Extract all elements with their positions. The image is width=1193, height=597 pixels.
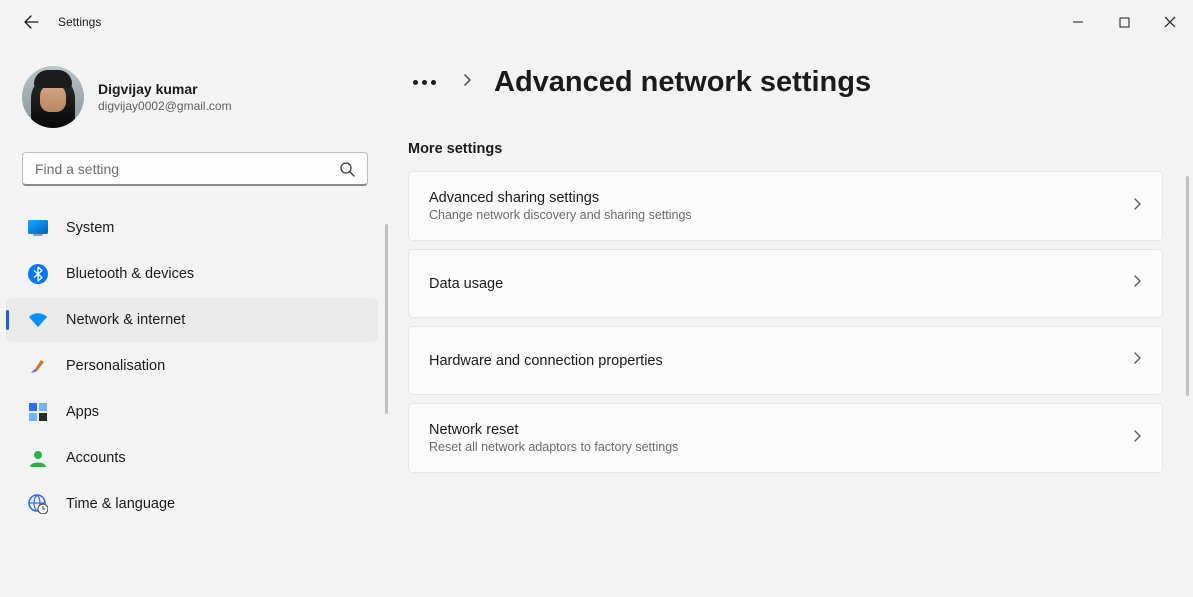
card-texts: Hardware and connection properties xyxy=(429,353,663,369)
sidebar-item-label: Accounts xyxy=(66,450,126,466)
card-texts: Network reset Reset all network adaptors… xyxy=(429,422,678,454)
card-title: Network reset xyxy=(429,422,678,438)
sidebar-item-label: Network & internet xyxy=(66,312,185,328)
sidebar-item-system[interactable]: System xyxy=(6,206,378,250)
sidebar-item-label: Bluetooth & devices xyxy=(66,266,194,282)
card-texts: Data usage xyxy=(429,276,503,292)
page-title: Advanced network settings xyxy=(494,66,871,99)
card-data-usage[interactable]: Data usage xyxy=(408,249,1163,318)
wifi-icon xyxy=(28,310,48,330)
chevron-right-icon xyxy=(1132,197,1142,216)
chevron-right-icon xyxy=(462,73,472,92)
chevron-right-icon xyxy=(1132,274,1142,293)
breadcrumb: Advanced network settings xyxy=(408,66,1163,99)
user-name: Digvijay kumar xyxy=(98,81,232,97)
system-icon xyxy=(28,218,48,238)
sidebar-item-label: Apps xyxy=(66,404,99,420)
sidebar-scrollbar[interactable] xyxy=(385,224,388,414)
section-heading: More settings xyxy=(408,141,1163,157)
user-email: digvijay0002@gmail.com xyxy=(98,99,232,113)
card-network-reset[interactable]: Network reset Reset all network adaptors… xyxy=(408,403,1163,473)
card-title: Data usage xyxy=(429,276,503,292)
chevron-right-icon xyxy=(1132,429,1142,448)
settings-cards: Advanced sharing settings Change network… xyxy=(408,171,1163,473)
chevron-right-icon xyxy=(1132,351,1142,370)
arrow-left-icon xyxy=(23,14,39,30)
card-title: Hardware and connection properties xyxy=(429,353,663,369)
close-button[interactable] xyxy=(1147,4,1193,40)
sidebar-item-label: System xyxy=(66,220,114,236)
settings-window: Settings Digvijay kumar xyxy=(0,0,1193,597)
globe-clock-icon xyxy=(28,494,48,514)
search-icon xyxy=(339,161,355,177)
card-hardware-connection[interactable]: Hardware and connection properties xyxy=(408,326,1163,395)
sidebar-item-network[interactable]: Network & internet xyxy=(6,298,378,342)
titlebar: Settings xyxy=(0,0,1193,36)
accounts-icon xyxy=(28,448,48,468)
maximize-button[interactable] xyxy=(1101,4,1147,40)
body: Digvijay kumar digvijay0002@gmail.com Sy… xyxy=(0,36,1193,597)
main-content: Advanced network settings More settings … xyxy=(390,36,1193,597)
search-input[interactable] xyxy=(22,152,368,186)
close-icon xyxy=(1164,16,1176,28)
sidebar-item-apps[interactable]: Apps xyxy=(6,390,378,434)
sidebar-item-time-language[interactable]: Time & language xyxy=(6,482,378,526)
sidebar-item-personalisation[interactable]: Personalisation xyxy=(6,344,378,388)
card-advanced-sharing[interactable]: Advanced sharing settings Change network… xyxy=(408,171,1163,241)
app-title: Settings xyxy=(58,15,101,29)
sidebar: Digvijay kumar digvijay0002@gmail.com Sy… xyxy=(0,36,390,597)
minimize-button[interactable] xyxy=(1055,4,1101,40)
minimize-icon xyxy=(1072,16,1084,28)
card-texts: Advanced sharing settings Change network… xyxy=(429,190,692,222)
sidebar-item-accounts[interactable]: Accounts xyxy=(6,436,378,480)
search-button[interactable] xyxy=(336,158,358,180)
avatar xyxy=(22,66,84,128)
apps-icon xyxy=(28,402,48,422)
maximize-icon xyxy=(1119,17,1130,28)
titlebar-left: Settings xyxy=(0,13,101,31)
user-texts: Digvijay kumar digvijay0002@gmail.com xyxy=(98,81,232,113)
card-subtitle: Change network discovery and sharing set… xyxy=(429,208,692,222)
paintbrush-icon xyxy=(28,356,48,376)
main-scrollbar[interactable] xyxy=(1186,176,1189,396)
sidebar-item-bluetooth[interactable]: Bluetooth & devices xyxy=(6,252,378,296)
sidebar-nav: System Bluetooth & devices Network & int… xyxy=(0,206,390,526)
card-subtitle: Reset all network adaptors to factory se… xyxy=(429,440,678,454)
card-title: Advanced sharing settings xyxy=(429,190,692,206)
user-block[interactable]: Digvijay kumar digvijay0002@gmail.com xyxy=(0,66,390,152)
back-button[interactable] xyxy=(22,13,40,31)
sidebar-item-label: Personalisation xyxy=(66,358,165,374)
sidebar-item-label: Time & language xyxy=(66,496,175,512)
window-controls xyxy=(1055,4,1193,40)
bluetooth-icon xyxy=(28,264,48,284)
search-wrap xyxy=(0,152,390,206)
breadcrumb-parent-button[interactable] xyxy=(408,80,440,85)
